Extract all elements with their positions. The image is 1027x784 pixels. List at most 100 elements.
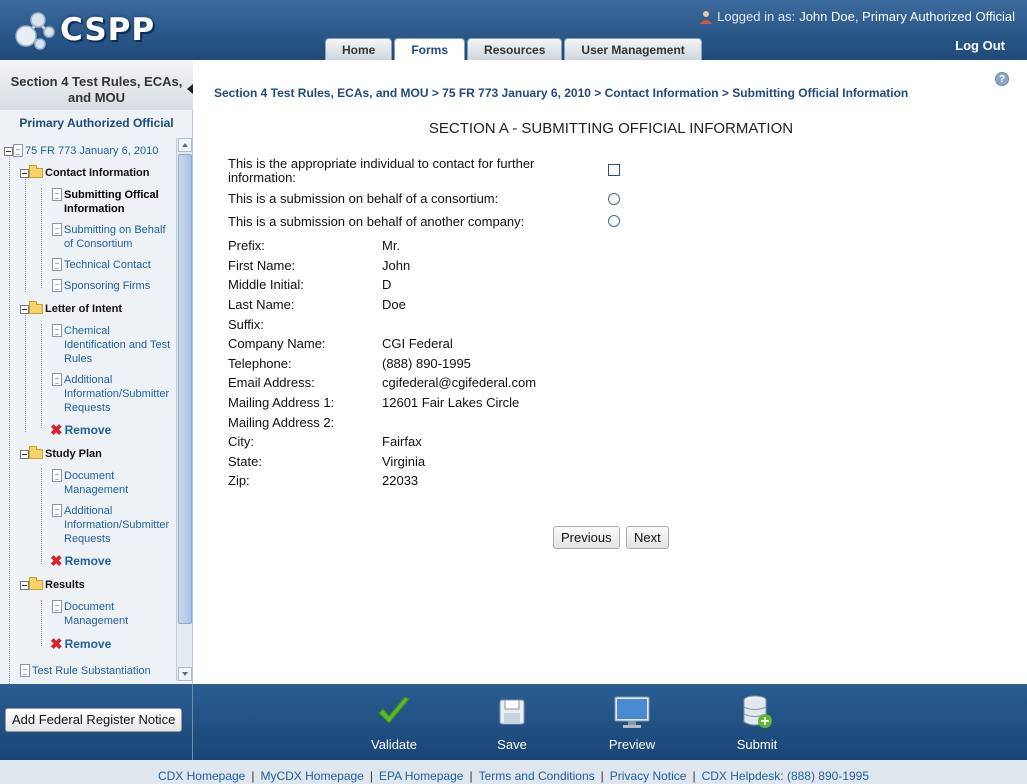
field-value-last-name: Doe <box>382 297 406 312</box>
monitor-icon <box>614 696 650 728</box>
tab-resources[interactable]: Resources <box>467 38 563 60</box>
tree-item-document-management[interactable]: Document Management <box>52 469 128 497</box>
footer-link-privacy[interactable]: Privacy Notice <box>610 769 687 783</box>
field-label-prefix: Prefix: <box>228 238 265 253</box>
help-icon[interactable]: ? <box>995 72 1009 86</box>
footer-separator: | <box>600 769 604 783</box>
collapse-icon[interactable] <box>4 147 13 156</box>
tree-item-test-rule-substantiation[interactable]: Test Rule Substantiation <box>20 664 151 678</box>
validate-label: Validate <box>370 737 417 752</box>
document-icon <box>52 324 62 337</box>
database-add-icon <box>743 695 772 728</box>
field-value-middle-initial: D <box>382 277 392 292</box>
tree-item-label-line: Additional <box>64 374 113 386</box>
tree-item-label: Additional Information/Submitter Requests <box>64 504 169 546</box>
save-button[interactable]: Save <box>472 694 552 752</box>
tree-item-sponsoring-firms[interactable]: Sponsoring Firms <box>52 279 150 293</box>
footer-separator: | <box>692 769 696 783</box>
footer-link-epa-homepage[interactable]: EPA Homepage <box>379 769 464 783</box>
tab-forms[interactable]: Forms <box>394 38 466 61</box>
tree-item-label-line: Information <box>64 203 125 215</box>
tree-item-label: Document Management <box>64 600 128 628</box>
tree-item-submitting-official[interactable]: Submitting Offical Information <box>52 188 159 216</box>
tree-item-submitting-on-behalf[interactable]: Submitting on Behalf of Consortium <box>52 223 166 251</box>
another-company-radio[interactable] <box>608 215 620 227</box>
footer-link-terms[interactable]: Terms and Conditions <box>479 769 595 783</box>
tree-item-label-line: Rules <box>64 353 93 365</box>
tree-item-label-line: Management <box>64 615 129 627</box>
folder-icon <box>29 577 43 590</box>
collapse-icon[interactable] <box>20 169 29 178</box>
remove-link[interactable]: ✖ Remove <box>50 637 111 652</box>
field-label-city: City: <box>228 434 254 449</box>
tree-item-additional-information-2[interactable]: Additional Information/Submitter Requests <box>52 504 169 546</box>
tree-item-label-line: Additional <box>64 505 113 517</box>
tree-item-contact-information[interactable]: Contact Information <box>20 165 150 180</box>
tree-item-chemical-identification[interactable]: Chemical Identification and Test Rules <box>52 324 170 366</box>
field-label-email: Email Address: <box>228 375 315 390</box>
tree-scrollbar[interactable] <box>176 138 192 681</box>
tree-item-document-management-2[interactable]: Document Management <box>52 600 128 628</box>
field-label-telephone: Telephone: <box>228 356 292 371</box>
floppy-disk-icon <box>499 699 525 725</box>
preview-button[interactable]: Preview <box>592 694 672 752</box>
sidebar-title: Section 4 Test Rules, ECAs, and MOU <box>0 60 193 110</box>
footer-link-mycdx-homepage[interactable]: MyCDX Homepage <box>260 769 363 783</box>
remove-x-icon: ✖ <box>50 421 63 439</box>
tree-guide-line <box>25 176 26 292</box>
field-label-last-name: Last Name: <box>228 297 295 312</box>
field-label-state: State: <box>228 454 262 469</box>
consortium-radio[interactable] <box>608 193 620 205</box>
section-title: SECTION A - SUBMITTING OFFICIAL INFORMAT… <box>428 120 794 137</box>
molecule-icon <box>15 12 55 50</box>
collapse-icon[interactable] <box>20 581 29 590</box>
logged-in-user: John Doe, Primary Authorized Official <box>799 9 1015 24</box>
tree-item-root[interactable]: 75 FR 773 January 6, 2010 <box>4 144 158 158</box>
breadcrumb[interactable]: Section 4 Test Rules, ECAs, and MOU > 75… <box>214 86 908 100</box>
tree-item-label: Technical Contact <box>64 259 151 271</box>
preview-label: Preview <box>608 737 656 752</box>
remove-link[interactable]: ✖ Remove <box>50 421 111 439</box>
field-label-middle-initial: Middle Initial: <box>228 277 304 292</box>
logout-link[interactable]: Log Out <box>955 38 1005 53</box>
document-icon <box>52 373 62 386</box>
remove-link[interactable]: ✖ Remove <box>50 554 112 569</box>
tree-item-label: Test Rule Substantiation <box>32 665 151 677</box>
tree-item-letter-of-intent[interactable]: Letter of Intent <box>20 301 122 316</box>
tree-item-study-plan[interactable]: Study Plan <box>20 446 102 461</box>
remove-label: Remove <box>64 554 112 568</box>
previous-button[interactable]: Previous <box>553 526 620 549</box>
logo-text: CSPP <box>60 12 156 48</box>
tree-item-label: 75 FR 773 January 6, 2010 <box>25 145 159 157</box>
add-federal-register-notice-button[interactable]: Add Federal Register Notice <box>5 708 183 732</box>
footer-link-cdx-homepage[interactable]: CDX Homepage <box>158 769 245 783</box>
contact-checkbox[interactable] <box>608 164 620 176</box>
tab-user-management[interactable]: User Management <box>564 38 702 60</box>
field-label-company-name: Company Name: <box>228 336 326 351</box>
tree-item-additional-information[interactable]: Additional Information/Submitter Requests <box>52 373 169 415</box>
tab-home[interactable]: Home <box>325 38 393 60</box>
field-value-prefix: Mr. <box>382 238 401 253</box>
footer-link-helpdesk[interactable]: CDX Helpdesk: (888) 890-1995 <box>702 769 869 783</box>
scroll-down-icon[interactable] <box>178 667 192 681</box>
footer: CDX Homepage | MyCDX Homepage | EPA Homepage… <box>0 760 1027 784</box>
submit-button[interactable]: Submit <box>717 694 797 752</box>
document-icon <box>52 188 62 201</box>
scroll-up-icon[interactable] <box>178 138 192 152</box>
cspp-logo[interactable]: CSPP <box>14 8 154 52</box>
action-bar-left: Add Federal Register Notice <box>0 684 193 760</box>
next-button[interactable]: Next <box>626 526 669 549</box>
tree-guide-line <box>41 600 42 646</box>
footer-separator: | <box>469 769 473 783</box>
field-value-state: Virginia <box>382 454 426 469</box>
tree-item-results[interactable]: Results <box>20 577 85 592</box>
tree-item-technical-contact[interactable]: Technical Contact <box>52 258 151 272</box>
validate-button[interactable]: Validate <box>354 694 434 752</box>
collapse-icon[interactable] <box>20 450 29 459</box>
scroll-thumb[interactable] <box>178 154 192 624</box>
collapse-icon[interactable] <box>20 305 29 314</box>
document-icon <box>52 258 62 271</box>
field-value-zip: 22033 <box>382 473 419 488</box>
tree-guide-line <box>41 188 42 288</box>
sidebar-title-line1: Section 4 Test Rules, ECAs, <box>10 74 183 89</box>
